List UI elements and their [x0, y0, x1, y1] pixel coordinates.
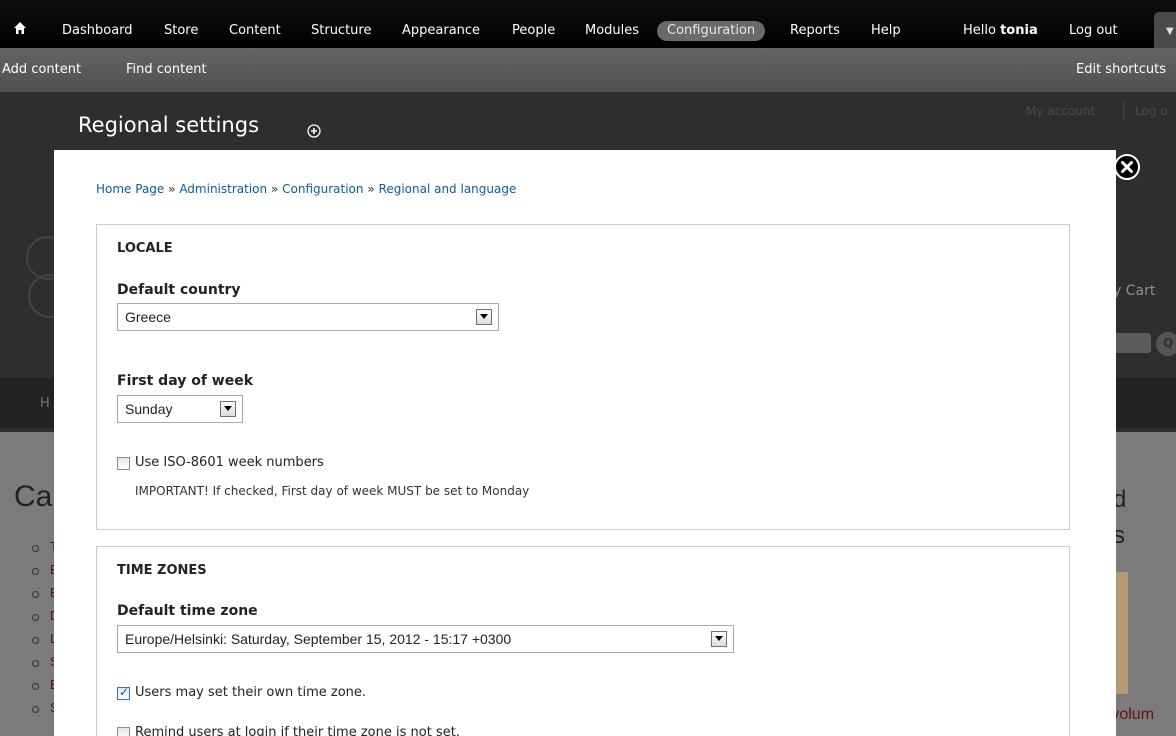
bg-list-bullet	[32, 660, 39, 667]
dropdown-arrow-icon	[711, 631, 727, 647]
bg-divider	[1123, 100, 1124, 120]
toolbar-people-link[interactable]: People	[512, 23, 555, 39]
greeting-prefix: Hello	[963, 23, 996, 38]
bg-list-bullet	[32, 591, 39, 598]
bg-list-bullet	[32, 683, 39, 690]
users-set-timezone-checkbox[interactable]: ✓	[117, 685, 130, 700]
user-greeting: Hello tonia	[963, 23, 1038, 39]
timezones-fieldset: TIME ZONES Default time zone Europe/Hels…	[96, 546, 1070, 736]
toolbar-drawer-toggle[interactable]: ▼	[1154, 12, 1176, 48]
toolbar-store-link[interactable]: Store	[164, 23, 198, 39]
breadcrumb-separator: »	[168, 182, 176, 196]
bg-list-bullet	[32, 545, 39, 552]
toolbar-menu-bar: Dashboard Store Content Structure Appear…	[0, 0, 1176, 48]
bg-list-bullet	[32, 568, 39, 575]
first-day-select[interactable]: Sunday	[117, 395, 243, 423]
overlay-dialog: Home Page » Administration » Configurati…	[54, 150, 1116, 736]
toolbar-logout-link[interactable]: Log out	[1069, 23, 1118, 39]
default-country-value: Greece	[125, 309, 171, 325]
locale-fieldset: LOCALE Default country Greece First day …	[96, 224, 1070, 530]
bg-list-bullet	[32, 637, 39, 644]
bg-heading: Ca	[14, 480, 53, 513]
breadcrumb-configuration-link[interactable]: Configuration	[282, 182, 363, 196]
locale-legend: LOCALE	[117, 241, 173, 256]
toolbar-appearance-link[interactable]: Appearance	[402, 23, 480, 39]
users-set-timezone-label[interactable]: Users may set their own time zone.	[135, 685, 366, 700]
shortcut-add-content[interactable]: Add content	[2, 62, 81, 78]
iso-week-description: IMPORTANT! If checked, First day of week…	[135, 484, 530, 498]
edit-shortcuts-link[interactable]: Edit shortcuts	[1076, 62, 1166, 78]
bg-logout-link: Log o	[1135, 104, 1168, 118]
default-country-label: Default country	[117, 282, 241, 298]
page-title: Regional settings	[78, 113, 260, 137]
username[interactable]: tonia	[1000, 23, 1038, 38]
breadcrumb-separator: »	[367, 182, 375, 196]
iso-week-checkbox[interactable]	[117, 457, 130, 470]
breadcrumb: Home Page » Administration » Configurati…	[96, 182, 516, 196]
add-shortcut-icon[interactable]	[307, 124, 321, 138]
search-icon: Q	[1163, 336, 1174, 350]
default-timezone-select[interactable]: Europe/Helsinki: Saturday, September 15,…	[117, 625, 734, 653]
dropdown-arrow-icon	[220, 401, 236, 417]
bg-list-bullet	[32, 706, 39, 713]
breadcrumb-regional-link[interactable]: Regional and language	[379, 182, 517, 196]
toolbar-dashboard-link[interactable]: Dashboard	[62, 23, 133, 39]
bg-nav-item: H	[40, 396, 50, 411]
toolbar-help-link[interactable]: Help	[871, 23, 901, 39]
dropdown-arrow-icon	[476, 309, 492, 325]
shortcut-find-content[interactable]: Find content	[126, 62, 207, 78]
toolbar-content-link[interactable]: Content	[229, 23, 281, 39]
first-day-value: Sunday	[125, 401, 173, 417]
bg-cart-link: y Cart	[1113, 283, 1156, 299]
toolbar-structure-link[interactable]: Structure	[311, 23, 371, 39]
close-overlay-icon[interactable]	[1114, 154, 1140, 180]
first-day-label: First day of week	[117, 373, 254, 389]
bg-list-bullet	[32, 614, 39, 621]
bg-my-account-link: My account	[1026, 104, 1096, 118]
toolbar-reports-link[interactable]: Reports	[790, 23, 840, 39]
bg-search-button: Q	[1156, 332, 1176, 356]
toolbar-configuration-link[interactable]: Configuration	[657, 21, 766, 41]
remind-timezone-label[interactable]: Remind users at login if their time zone…	[135, 725, 460, 736]
default-timezone-label: Default time zone	[117, 603, 258, 619]
breadcrumb-administration-link[interactable]: Administration	[179, 182, 267, 196]
breadcrumb-home-link[interactable]: Home Page	[96, 182, 164, 196]
default-timezone-value: Europe/Helsinki: Saturday, September 15,…	[125, 631, 512, 647]
admin-toolbar: Dashboard Store Content Structure Appear…	[0, 0, 1176, 92]
timezones-legend: TIME ZONES	[117, 563, 207, 578]
remind-timezone-checkbox[interactable]	[117, 727, 130, 736]
checkmark-icon: ✓	[119, 685, 130, 699]
iso-week-label[interactable]: Use ISO-8601 week numbers	[135, 455, 324, 470]
toolbar-modules-link[interactable]: Modules	[585, 23, 639, 39]
chevron-down-icon: ▼	[1166, 26, 1174, 37]
breadcrumb-separator: »	[270, 182, 279, 196]
default-country-select[interactable]: Greece	[117, 303, 499, 331]
home-icon[interactable]	[14, 22, 26, 34]
